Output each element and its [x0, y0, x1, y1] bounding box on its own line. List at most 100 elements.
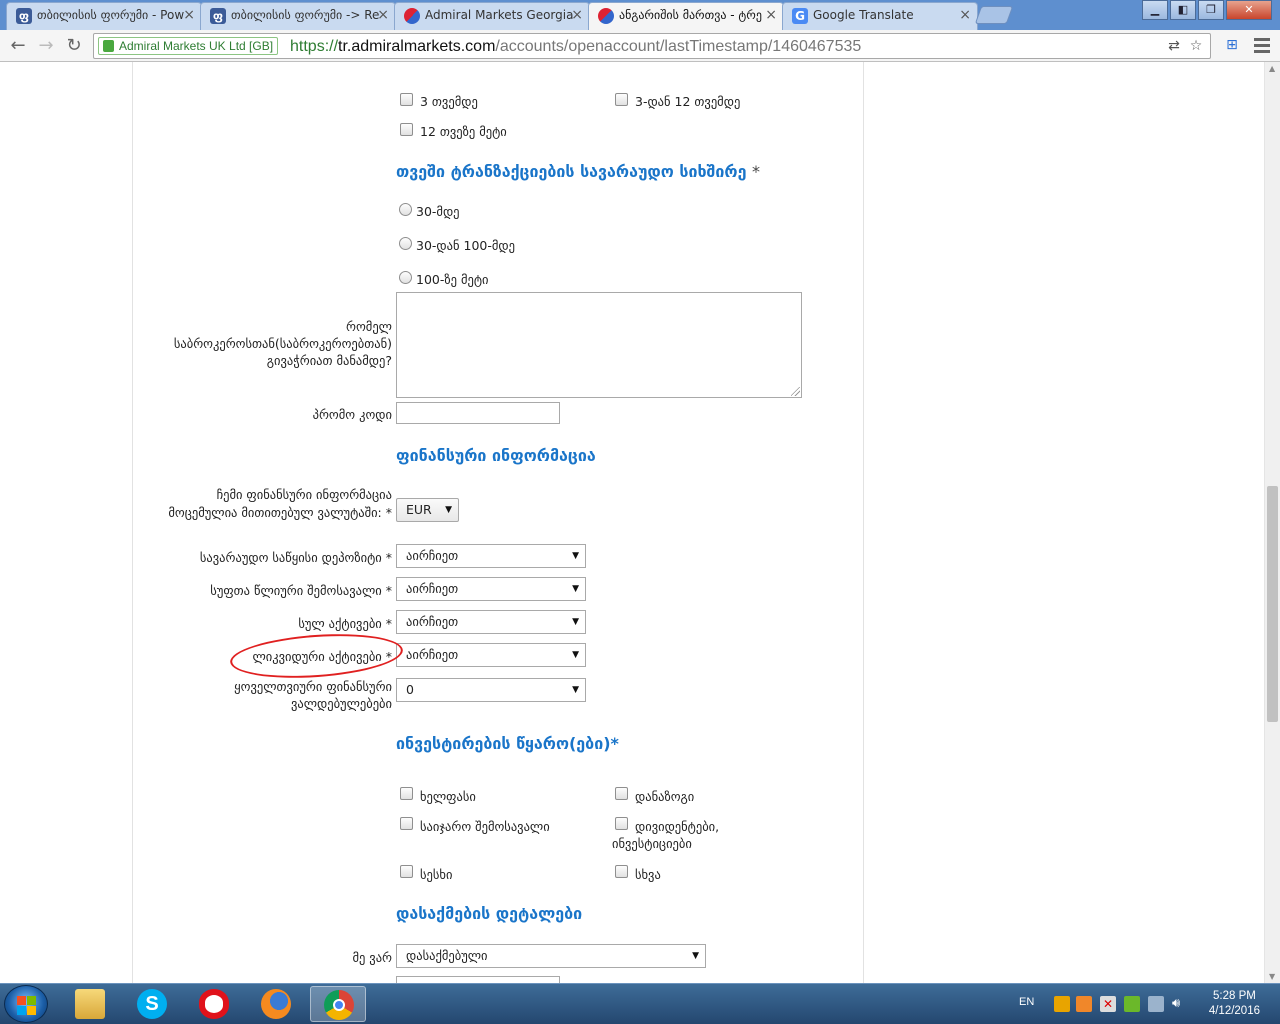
- taskbar-firefox[interactable]: [248, 986, 304, 1022]
- select-value: აირჩიეთ: [406, 548, 459, 563]
- clock-date: 4/12/2016: [1208, 1005, 1260, 1017]
- checkbox-3-12-months[interactable]: [615, 93, 628, 106]
- taskbar-skype[interactable]: S: [124, 986, 180, 1022]
- liquid-assets-select[interactable]: აირჩიეთ ▼: [396, 643, 586, 667]
- ev-certificate-name: Admiral Markets UK Ltd [GB]: [119, 39, 274, 53]
- select-value: EUR: [406, 502, 432, 517]
- employment-extra-input[interactable]: [396, 976, 560, 983]
- taskbar-explorer[interactable]: [62, 986, 118, 1022]
- dropdown-arrow-icon: ▼: [692, 951, 699, 961]
- forum-icon: ფ: [16, 8, 32, 24]
- star-icon[interactable]: ☆: [1186, 36, 1206, 56]
- browser-tab[interactable]: Admiral Markets Georgia ×: [394, 2, 590, 30]
- total-assets-select[interactable]: აირჩიეთ ▼: [396, 610, 586, 634]
- reload-icon[interactable]: ↻: [62, 34, 86, 58]
- currency-select[interactable]: EUR ▼: [396, 498, 459, 522]
- checkbox-other[interactable]: [615, 865, 628, 878]
- annual-income-select[interactable]: აირჩიეთ ▼: [396, 577, 586, 601]
- required-mark: *: [752, 162, 761, 181]
- tab-label: თბილისის ფორუმი - Pow: [37, 8, 185, 22]
- radio-30-100[interactable]: [399, 237, 412, 250]
- checkbox-12-plus-months[interactable]: [400, 123, 413, 136]
- clock-time: 5:28 PM: [1213, 990, 1256, 1002]
- start-button[interactable]: [4, 985, 48, 1023]
- google-translate-icon: G: [792, 8, 808, 24]
- forum-icon: ფ: [210, 8, 226, 24]
- dropdown-arrow-icon: ▼: [572, 551, 579, 561]
- tray-warning-icon[interactable]: [1054, 996, 1070, 1012]
- browser-tab[interactable]: G Google Translate ×: [782, 2, 978, 30]
- windows-taskbar: S EN ✕ 🔊︎ 5:28 PM 4/12/2016: [0, 983, 1280, 1024]
- cart-extension-icon[interactable]: ⊞: [1222, 35, 1242, 55]
- dropdown-arrow-icon: ▼: [572, 685, 579, 695]
- chrome-icon: [324, 990, 354, 1020]
- admiral-icon: [404, 8, 420, 24]
- tab-label: თბილისის ფორუმი -> Re: [231, 8, 380, 22]
- volume-icon[interactable]: 🔊︎: [1172, 996, 1188, 1012]
- option-label: 100-ზე მეტი: [416, 272, 489, 287]
- close-icon[interactable]: ×: [959, 3, 971, 27]
- section-heading: თვეში ტრანზაქციების სავარაუდო სიხშირე *: [396, 162, 761, 181]
- close-icon[interactable]: ×: [765, 3, 777, 27]
- close-icon[interactable]: ×: [571, 3, 583, 27]
- field-label: სულ აქტივები *: [298, 616, 392, 631]
- dropdown-arrow-icon: ▼: [572, 617, 579, 627]
- radio-over-100[interactable]: [399, 271, 412, 284]
- browser-tab[interactable]: ფ თბილისის ფორუმი -> Re ×: [200, 2, 396, 30]
- new-tab-button[interactable]: [974, 6, 1014, 24]
- field-label: რომელ საბროკეროსთან(საბროკეროებთან) გივა…: [173, 319, 392, 368]
- tray-network-error-icon[interactable]: ✕: [1100, 996, 1116, 1012]
- browser-toolbar: ← → ↻ Admiral Markets UK Ltd [GB] https:…: [0, 30, 1280, 62]
- restore-button[interactable]: ❐: [1198, 0, 1224, 20]
- language-indicator[interactable]: EN: [1019, 996, 1034, 1008]
- nvidia-icon[interactable]: [1124, 996, 1140, 1012]
- vertical-scrollbar[interactable]: ▲ ▼: [1264, 62, 1280, 983]
- monthly-liabilities-select[interactable]: 0 ▼: [396, 678, 586, 702]
- checkbox-3-months[interactable]: [400, 93, 413, 106]
- dropdown-arrow-icon: ▼: [572, 584, 579, 594]
- field-label: მე ვარ: [352, 950, 392, 965]
- translate-icon[interactable]: ⇄: [1164, 36, 1184, 56]
- previous-broker-textarea[interactable]: [396, 292, 802, 398]
- menu-icon[interactable]: [1254, 36, 1270, 56]
- checkbox-loan[interactable]: [400, 865, 413, 878]
- scroll-up-icon[interactable]: ▲: [1269, 64, 1275, 73]
- scroll-down-icon[interactable]: ▼: [1269, 972, 1275, 981]
- option-label: 12 თვეზე მეტი: [420, 124, 507, 139]
- user-button[interactable]: ◧: [1170, 0, 1196, 20]
- option-label: საიჯარო შემოსავალი: [420, 819, 550, 834]
- promo-code-input[interactable]: [396, 402, 560, 424]
- taskbar-opera[interactable]: [186, 986, 242, 1022]
- option-label: სესხი: [420, 867, 453, 882]
- url-text[interactable]: https://tr.admiralmarkets.com/accounts/o…: [290, 37, 861, 56]
- field-label: პრომო კოდი: [312, 407, 392, 422]
- scrollbar-thumb[interactable]: [1267, 486, 1278, 722]
- back-icon[interactable]: ←: [6, 34, 30, 58]
- close-icon[interactable]: ×: [377, 3, 389, 27]
- minimize-button[interactable]: ▁: [1142, 0, 1168, 20]
- close-window-button[interactable]: ✕: [1226, 0, 1272, 20]
- checkbox-savings[interactable]: [615, 787, 628, 800]
- field-label: ჩემი ფინანსური ინფორმაცია მოცემულია მითი…: [168, 487, 392, 520]
- forward-icon[interactable]: →: [34, 34, 58, 58]
- checkbox-salary[interactable]: [400, 787, 413, 800]
- option-label: სხვა: [635, 867, 661, 882]
- tab-label: ანგარიშის მართვა - ტრე: [619, 8, 762, 22]
- browser-tab[interactable]: ფ თბილისის ფორუმი - Pow ×: [6, 2, 202, 30]
- radio-under-30[interactable]: [399, 203, 412, 216]
- system-clock[interactable]: 5:28 PM 4/12/2016: [1209, 989, 1260, 1019]
- browser-tab-active[interactable]: ანგარიშის მართვა - ტრე ×: [588, 2, 784, 30]
- employment-status-select[interactable]: დასაქმებული ▼: [396, 944, 706, 968]
- taskbar-chrome[interactable]: [310, 986, 366, 1022]
- resize-grip-icon[interactable]: [791, 387, 800, 396]
- field-label: სუფთა წლიური შემოსავალი *: [210, 583, 392, 598]
- address-bar[interactable]: Admiral Markets UK Ltd [GB] https://tr.a…: [93, 33, 1211, 59]
- select-value: აირჩიეთ: [406, 647, 459, 662]
- close-icon[interactable]: ×: [183, 3, 195, 27]
- tray-app-icon[interactable]: [1076, 996, 1092, 1012]
- network-icon[interactable]: [1148, 996, 1164, 1012]
- form-column: [132, 62, 864, 983]
- checkbox-rental-income[interactable]: [400, 817, 413, 830]
- ev-certificate-badge[interactable]: Admiral Markets UK Ltd [GB]: [98, 37, 279, 55]
- initial-deposit-select[interactable]: აირჩიეთ ▼: [396, 544, 586, 568]
